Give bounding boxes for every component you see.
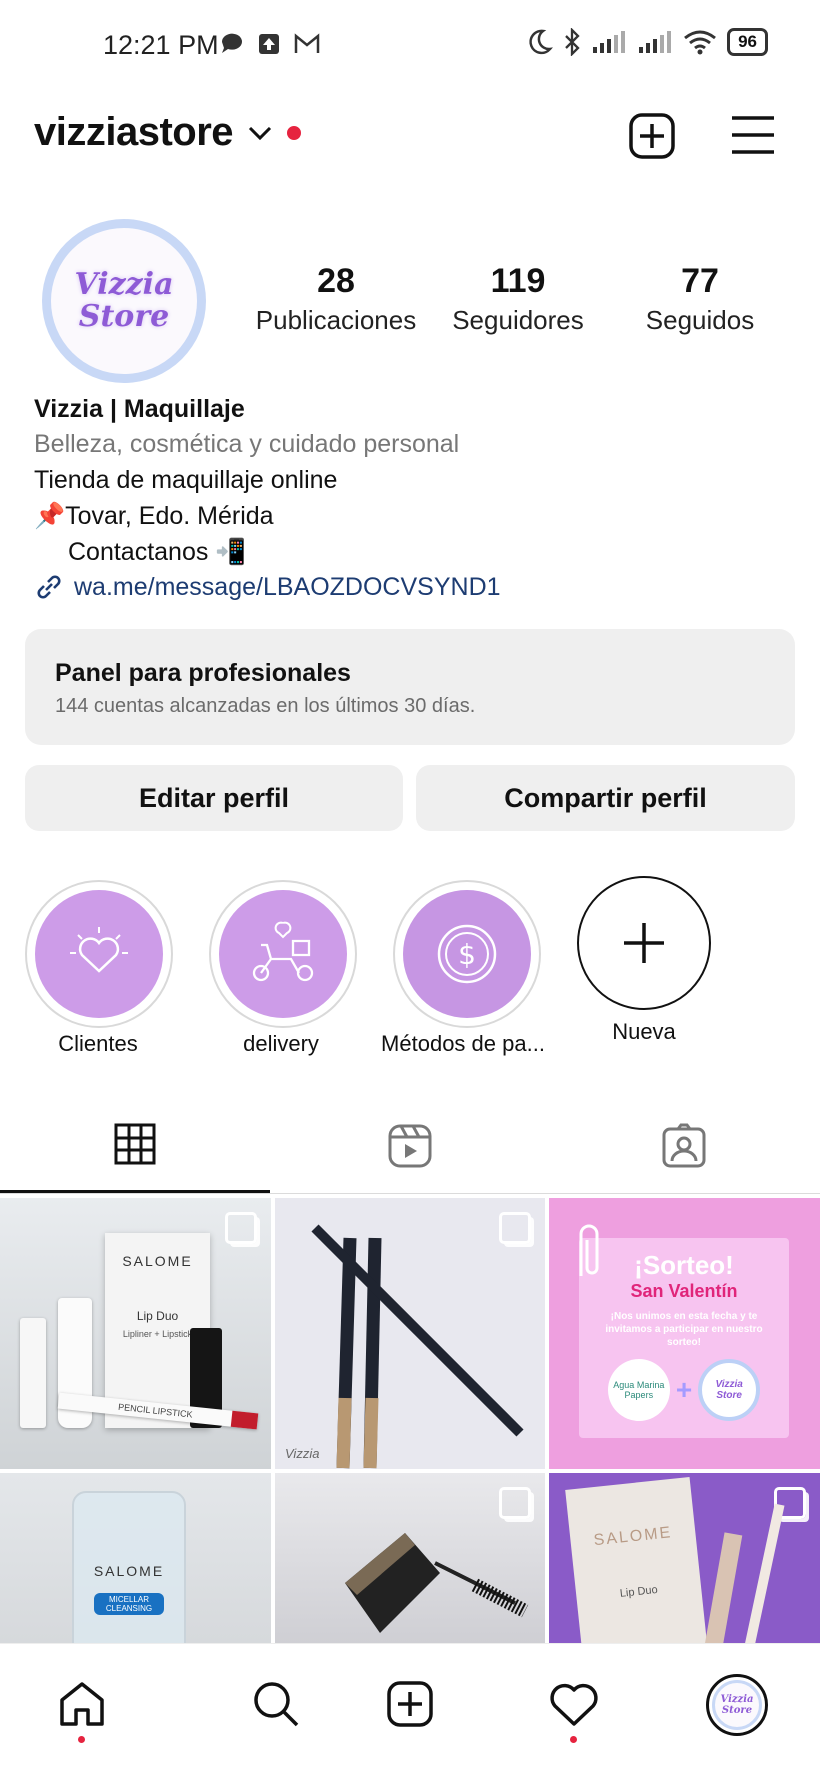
upload-icon — [259, 34, 279, 54]
system-icons: 96 — [525, 28, 768, 56]
post-tile[interactable]: SALOME Lip Duo Lipliner + Lipstick PENCI… — [0, 1198, 271, 1469]
panel-subtitle: 144 cuentas alcanzadas en los últimos 30… — [55, 695, 476, 717]
store-logo: Vizzia Store — [698, 1359, 761, 1421]
post-tile[interactable]: Vizzia — [275, 1198, 545, 1469]
post-tile[interactable]: ¡Sorteo! San Valentín ¡Nos unimos en est… — [549, 1198, 820, 1469]
scooter-icon — [252, 921, 314, 982]
profile-nav-avatar[interactable]: Vizzia Store — [706, 1674, 768, 1736]
profile-link[interactable]: wa.me/message/LBAOZDOCVSYND1 — [34, 572, 501, 602]
nav-avatar-line2: Store — [721, 1705, 753, 1716]
highlight-label: delivery — [243, 1031, 319, 1056]
signal-icon-2 — [639, 31, 672, 53]
panel-title: Panel para profesionales — [55, 659, 351, 687]
highlight-payment-methods[interactable]: $ — [393, 880, 541, 1028]
mascara — [345, 1533, 529, 1633]
product-brand: SALOME — [122, 1253, 193, 1269]
micellar-bottle: SALOME MICELLAR CLEANSING — [72, 1491, 186, 1643]
wifi-icon — [684, 30, 717, 55]
profile-link-text: wa.me/message/LBAOZDOCVSYND1 — [74, 572, 501, 601]
search-icon[interactable] — [252, 1680, 300, 1728]
bottle-label: MICELLAR CLEANSING — [94, 1593, 164, 1615]
svg-text:$: $ — [458, 938, 476, 971]
grid-tab-icon[interactable] — [114, 1123, 156, 1165]
reels-tab-icon[interactable] — [387, 1123, 433, 1169]
menu-icon[interactable] — [730, 114, 776, 156]
link-icon — [37, 575, 61, 599]
carousel-icon — [225, 1212, 257, 1244]
raffle-subtitle: San Valentín — [630, 1281, 738, 1301]
paperclip-icon — [579, 1224, 599, 1276]
account-switcher[interactable]: vizziastore — [34, 110, 302, 155]
highlight-clientes[interactable] — [25, 880, 173, 1028]
status-time: 12:21 PM — [103, 30, 219, 60]
stat-followers[interactable]: 119 Seguidores — [428, 262, 608, 336]
bio-line: 📌Tovar, Edo. Mérida — [34, 502, 274, 530]
plus-icon — [624, 923, 664, 963]
highlight-label: Nueva — [612, 1019, 676, 1044]
gmail-icon — [294, 33, 320, 53]
notification-dot — [287, 125, 302, 140]
chat-bubble-icon — [221, 33, 242, 53]
post-tile[interactable]: SALOME Lip Duo — [549, 1473, 820, 1643]
share-profile-button[interactable]: Compartir perfil — [416, 765, 795, 831]
product-box-title: Lip Duo — [136, 1309, 179, 1323]
avatar-logo-line1: Vizzia — [74, 267, 174, 302]
raffle-title: ¡Sorteo! — [634, 1250, 734, 1280]
notification-icons — [220, 33, 320, 55]
dollar-icon: $ — [437, 924, 497, 984]
highlight-label: Clientes — [58, 1031, 138, 1056]
stat-posts[interactable]: 28 Publicaciones — [246, 262, 426, 336]
edit-profile-button[interactable]: Editar perfil — [25, 765, 403, 831]
partner-logo: Agua Marina Papers — [607, 1359, 670, 1421]
profile-avatar[interactable]: Vizzia Store — [42, 219, 206, 383]
bio-line: Contactanos 📲 — [68, 538, 247, 566]
tagged-tab-icon[interactable] — [661, 1123, 707, 1169]
product-box: SALOME Lip Duo — [565, 1476, 708, 1643]
new-highlight-button[interactable] — [577, 876, 711, 1010]
activity-heart-icon[interactable] — [549, 1682, 599, 1728]
raffle-text: ¡Nos unimos en esta fecha y te invitamos… — [605, 1311, 763, 1348]
moon-icon — [529, 29, 554, 55]
stat-value: 28 — [317, 262, 355, 300]
eyeliner-pencils — [311, 1224, 524, 1469]
bottom-navigation: Vizzia Store — [0, 1643, 820, 1778]
avatar-logo-line2: Store — [78, 299, 170, 334]
heart-icon — [70, 927, 128, 973]
activity-notification-dot — [570, 1736, 577, 1743]
bio-line: Tienda de maquillaje online — [34, 466, 338, 494]
username: vizziastore — [34, 110, 234, 154]
raffle-card: ¡Sorteo! San Valentín ¡Nos unimos en est… — [579, 1238, 789, 1438]
stat-value: 119 — [490, 262, 546, 300]
home-icon[interactable] — [58, 1680, 106, 1728]
stat-following[interactable]: 77 Seguidos — [610, 262, 790, 336]
bluetooth-icon — [565, 28, 580, 56]
stat-label: Seguidores — [452, 305, 584, 335]
signal-icon-1 — [593, 31, 626, 53]
stat-label: Seguidos — [645, 305, 755, 335]
professional-dashboard[interactable]: Panel para profesionales 144 cuentas alc… — [25, 629, 795, 745]
bottle-brand: SALOME — [93, 1563, 165, 1579]
profile-name: Vizzia | Maquillaje — [34, 395, 245, 423]
post-tile[interactable] — [275, 1473, 545, 1643]
stat-label: Publicaciones — [255, 305, 417, 335]
post-tile[interactable]: SALOME MICELLAR CLEANSING — [0, 1473, 271, 1643]
product-brand: SALOME — [592, 1524, 673, 1550]
status-bar: 12:21 PM 96 — [0, 0, 820, 90]
watermark: Vizzia — [285, 1446, 320, 1461]
highlight-delivery[interactable] — [209, 880, 357, 1028]
chevron-down-icon — [248, 126, 272, 140]
nav-avatar-line1: Vizzia — [720, 1694, 754, 1705]
new-post-icon[interactable] — [386, 1680, 434, 1728]
stat-value: 77 — [681, 262, 719, 300]
home-notification-dot — [78, 1736, 85, 1743]
tab-divider — [0, 1193, 820, 1194]
create-post-icon[interactable] — [628, 112, 676, 160]
profile-category: Belleza, cosmética y cuidado personal — [34, 430, 460, 458]
battery-indicator: 96 — [727, 28, 768, 56]
product-box-title: Lip Duo — [619, 1583, 659, 1600]
highlight-label: Métodos de pa... — [381, 1031, 545, 1056]
